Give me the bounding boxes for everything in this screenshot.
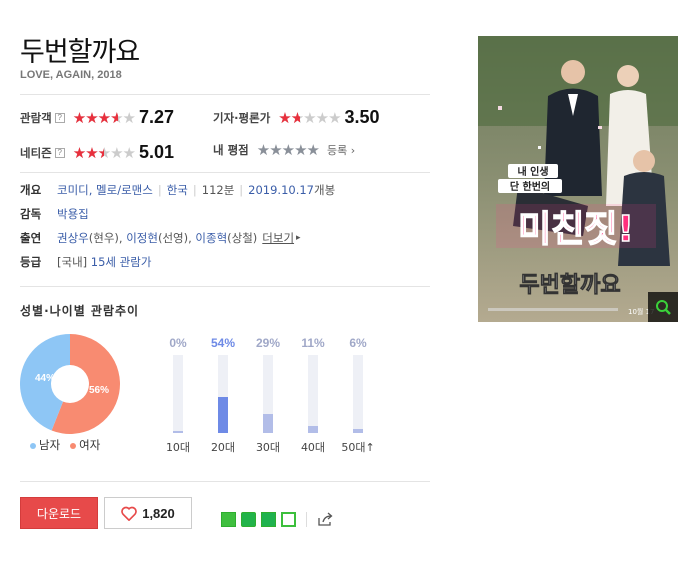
like-count: 1,820 — [142, 505, 175, 521]
legend-female: 여자 — [70, 437, 100, 453]
age-pct-label: 29% — [255, 336, 281, 350]
like-button[interactable]: 1,820 — [104, 497, 192, 529]
divider — [20, 286, 430, 287]
country-link[interactable]: 한국 — [167, 182, 188, 198]
netizen-label: 네티즌 — [20, 145, 52, 160]
genre-link[interactable]: 코미디, 멜로/로맨스 — [57, 182, 153, 198]
poster-headline: 미친짓! — [518, 209, 634, 250]
netizen-score-value: 5.01 — [139, 142, 175, 162]
age-bar — [173, 431, 183, 433]
critic-score: 기자·평론가 ★★★★★★★★★★ 3.50 — [213, 107, 380, 128]
my-rating-label: 내 평점 — [213, 143, 249, 157]
rating-row: 등급 [국내] 15세 관람가 — [20, 254, 151, 270]
release-date-link[interactable]: 2019.10.17 — [248, 183, 314, 197]
green-share-icon[interactable] — [281, 512, 296, 527]
chevron-right-icon: ▸ — [296, 233, 301, 243]
age-bar — [263, 414, 273, 433]
help-icon[interactable]: ? — [54, 112, 65, 123]
gender-pie-chart: 44% 56% — [20, 334, 120, 434]
divider — [20, 94, 430, 95]
age-pct-label: 11% — [301, 336, 325, 350]
register-rating-link[interactable]: 등록 › — [327, 142, 355, 158]
chevron-right-icon: › — [347, 144, 356, 157]
movie-subtitle: LOVE, AGAIN, 2018 — [20, 69, 122, 81]
director-row: 감독 박용집 — [20, 206, 89, 222]
bookmark-share-icon[interactable] — [261, 512, 276, 527]
runtime: 112분 — [201, 183, 235, 197]
poster-tagline: 내 인생 — [517, 165, 548, 178]
cast-row: 출연 권상우 (현우), 이정현 (선영), 이종혁 (상철) 더보기 ▸ — [20, 230, 301, 246]
critic-stars: ★★★★★★★★★★ — [278, 108, 341, 127]
audience-score-value: 7.27 — [139, 107, 175, 127]
cast-link[interactable]: 이정현 — [126, 230, 158, 246]
overview-row: 개요 코미디, 멜로/로맨스 | 한국 | 112분 | 2019.10.17 … — [20, 182, 336, 198]
audience-stars: ★★★★★★★★★★ — [72, 108, 136, 127]
gender-legend: 남자 여자 — [30, 437, 100, 453]
age-label: 20대 — [210, 441, 236, 454]
age-label: 30대 — [255, 441, 281, 454]
blog-share-icon[interactable] — [221, 512, 236, 527]
age-label: 50대↑ — [341, 441, 375, 454]
share-icons — [221, 512, 333, 527]
age-pct-label: 0% — [169, 336, 187, 350]
age-bar-track — [263, 355, 273, 433]
my-rating-stars[interactable]: ★★★★★ — [257, 142, 320, 158]
age-label: 10대 — [165, 441, 191, 454]
cast-link[interactable]: 이종혁 — [195, 230, 227, 246]
movie-title: 두번할까요 — [20, 37, 140, 68]
share-icon[interactable] — [317, 512, 333, 527]
male-pct-label: 44% — [35, 373, 55, 384]
age-bar-track — [173, 355, 183, 433]
divider — [20, 481, 430, 482]
director-link[interactable]: 박용집 — [57, 206, 89, 222]
netizen-stars: ★★★★★★★★★★ — [72, 143, 136, 162]
age-bar-track — [353, 355, 363, 433]
age-bar-track — [308, 355, 318, 433]
release-suffix: 개봉 — [314, 183, 336, 197]
cast-link[interactable]: 권상우 — [57, 230, 89, 246]
heart-icon — [121, 506, 138, 521]
movie-poster[interactable]: 내 인생 단 한번의 미친짓! 두번할까요 10월 17 — [478, 36, 678, 322]
audience-label: 관람객 — [20, 110, 52, 125]
trend-title: 성별·나이별 관람추이 — [20, 304, 140, 318]
age-bar — [218, 397, 228, 433]
band-share-icon[interactable] — [241, 512, 256, 527]
legend-male: 남자 — [30, 437, 60, 453]
netizen-score: 네티즌 ? ★★★★★★★★★★ 5.01 — [20, 142, 174, 163]
critic-score-value: 3.50 — [344, 107, 380, 127]
audience-score: 관람객 ? ★★★★★★★★★★ 7.27 — [20, 107, 174, 128]
rating-link[interactable]: 15세 관람가 — [91, 254, 152, 270]
rating-prefix: [국내] — [57, 255, 88, 269]
age-bar — [353, 429, 363, 433]
age-pct-label: 6% — [349, 336, 367, 350]
rating-label: 등급 — [20, 255, 42, 269]
age-pct-label: 54% — [210, 336, 236, 350]
poster-tagline: 단 한번의 — [510, 180, 550, 193]
age-label: 40대 — [300, 441, 326, 454]
overview-label: 개요 — [20, 183, 42, 197]
more-cast-link[interactable]: 더보기 — [262, 230, 294, 246]
download-button[interactable]: 다운로드 — [20, 497, 98, 529]
critic-label: 기자·평론가 — [213, 110, 271, 125]
director-label: 감독 — [20, 207, 42, 221]
age-bar-track — [218, 355, 228, 433]
divider — [20, 172, 430, 173]
my-rating: 내 평점 ★★★★★ 등록 › — [213, 142, 355, 158]
poster-image: 내 인생 단 한번의 미친짓! 두번할까요 10월 17 — [478, 36, 678, 322]
cast-label: 출연 — [20, 231, 42, 245]
help-icon[interactable]: ? — [54, 147, 65, 158]
female-pct-label: 56% — [89, 385, 109, 396]
age-bar — [308, 426, 318, 433]
poster-title: 두번할까요 — [519, 273, 620, 298]
